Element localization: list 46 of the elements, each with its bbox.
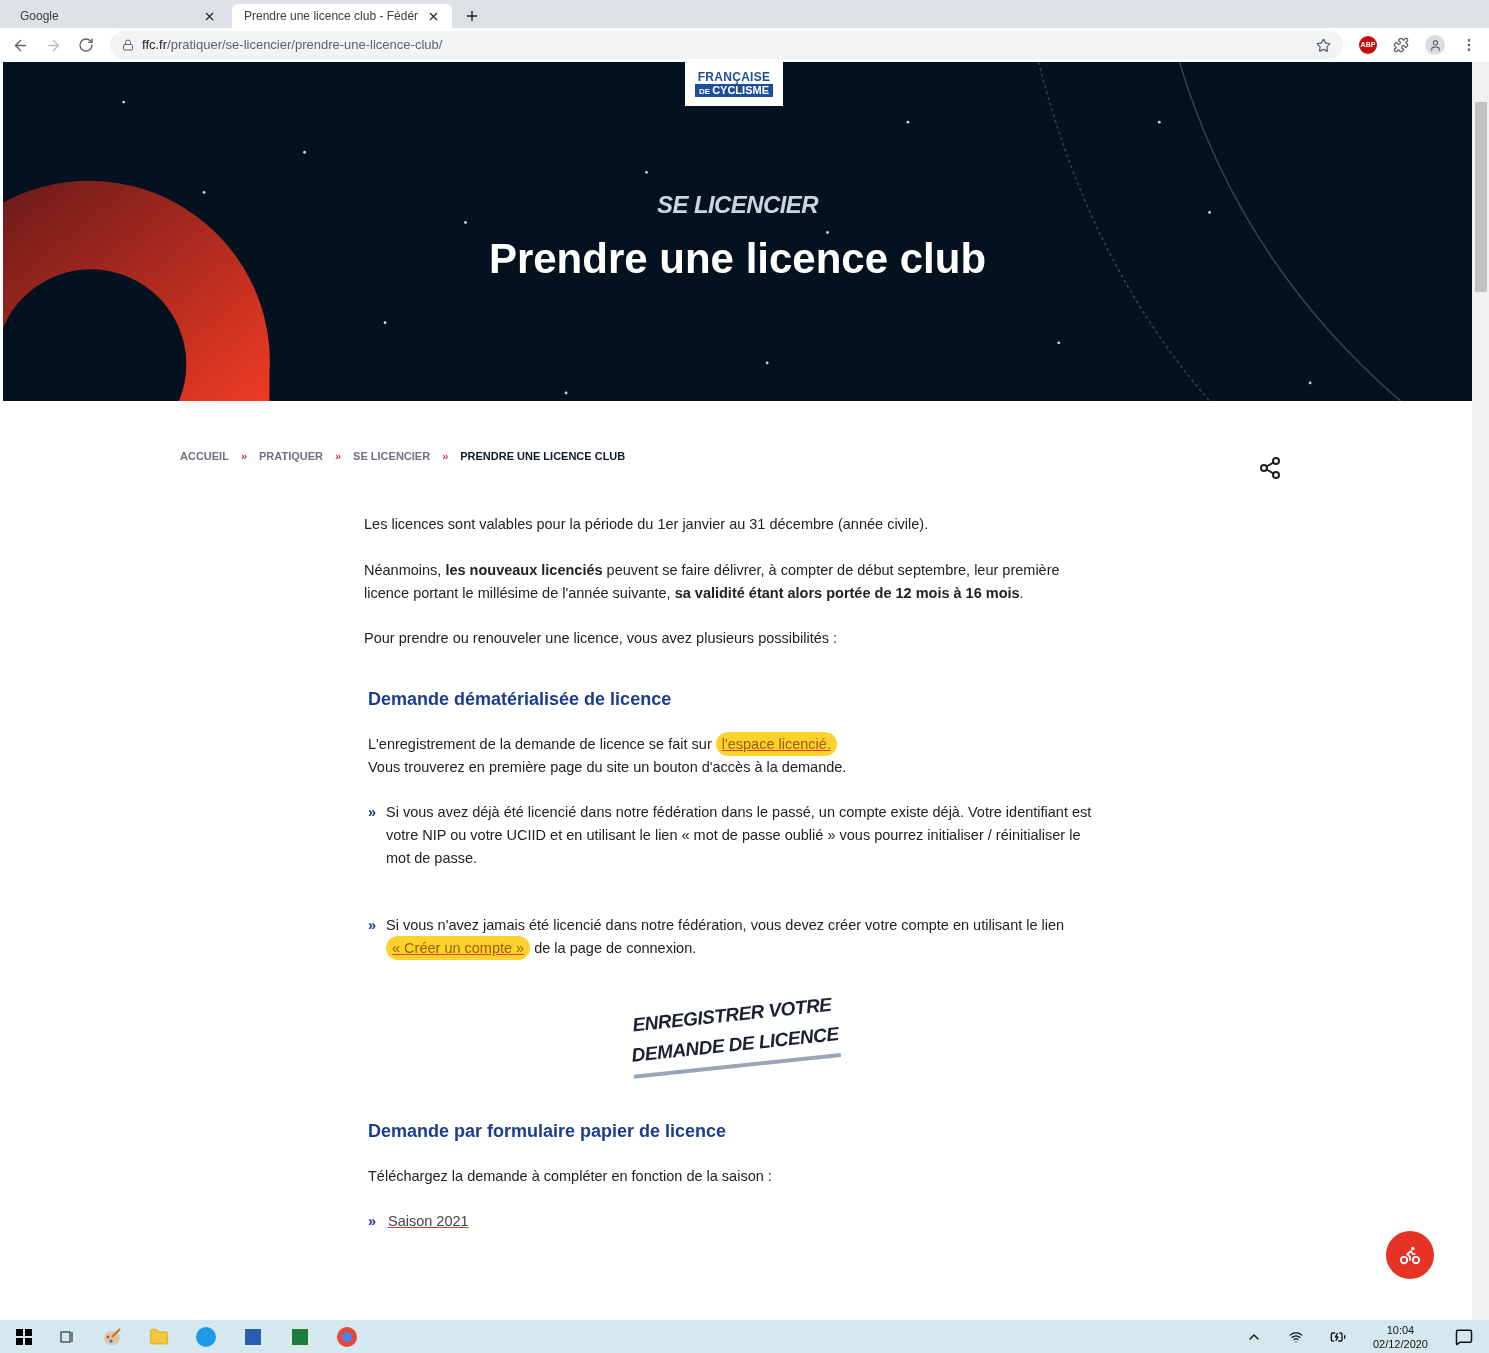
bullet-text: Si vous n'avez jamais été licencié dans notre fédération, vous devez créer votre compte en utilisant le lien « Créer un compte » de la page de connexion. [386,914,1104,960]
create-account-link[interactable]: « Créer un compte » [386,936,531,960]
notifications-icon[interactable] [1455,1327,1473,1346]
profile-avatar[interactable] [1425,35,1445,55]
bullet-text: Si vous avez déjà été licencié dans notre fédération dans le passé, un compte existe déjà. Votre identifiant est votre NIP ou votre UCIID et en utilisant le lien « mot de passe oublié » vous pourrez initialiser / réinitialiser le mot de passe. [386,803,1093,868]
bookmark-star-icon[interactable] [1316,37,1331,53]
paint-palette-icon[interactable] [102,1326,122,1347]
breadcrumb-link[interactable]: SE LICENCIER [353,447,431,465]
address-bar[interactable]: ffc.fr/pratiquer/se-licencier/prendre-une-licence-club/ [110,31,1343,59]
breadcrumb-separator: » [442,448,449,464]
bullet-mark: » [368,803,378,822]
task-view-icon[interactable] [59,1328,75,1345]
intro-paragraph: Néanmoins, les nouveaux licenciés peuvent se faire délivrer, à compter de début septembre, leur première licence portant le millésime de l'année suivante, sa validité étant alors portée de 12 mois à 16 mois. [364,561,1061,603]
breadcrumb-link[interactable]: PRATIQUER [259,447,323,465]
share-icon[interactable] [1258,456,1282,480]
windows-start-icon[interactable] [16,1328,32,1345]
body-paragraph: Vous trouverez en première page du site un bouton d'accès à la demande. [368,758,848,777]
section-heading: Demande dématérialisée de licence [368,688,673,711]
network-icon[interactable] [1288,1329,1303,1344]
breadcrumb-link[interactable]: ACCUEIL [180,447,229,465]
bike-fab-button[interactable] [1386,1231,1434,1279]
section-heading: Demande par formulaire papier de licence [368,1120,728,1143]
bullet-mark: » [368,916,378,935]
browser-tab[interactable]: Prendre une licence club - Fédér [232,4,452,28]
breadcrumb-link[interactable]: PRENDRE UNE LICENCE CLUB [460,447,626,465]
new-tab-icon[interactable] [464,8,480,24]
page-title: Prendre une licence club [488,234,987,284]
intro-paragraph: Les licences sont valables pour la période du 1er janvier au 31 décembre (année civile). [364,515,930,534]
scrollbar[interactable] [1472,62,1489,1320]
bullet-mark: » [368,1212,378,1231]
bicycle-icon [1399,1244,1421,1266]
extensions-icon[interactable] [1393,37,1409,53]
register-request-button[interactable]: ENREGISTRER VOTRE DEMANDE DE LICENCE [627,989,841,1079]
body-paragraph: L'enregistrement de la demande de licence se fait sur l'espace licencié. [368,733,1104,756]
site-logo[interactable]: FRANÇAISE DE CYCLISME [685,62,783,106]
breadcrumb-separator: » [240,448,247,464]
season-link[interactable]: Saison 2021 [388,1210,469,1233]
intro-paragraph: Pour prendre ou renouveler une licence, vous avez plusieurs possibilités : [364,629,839,648]
lock-icon [122,39,134,51]
clock-date[interactable]: 02/12/2020 [1372,1336,1428,1351]
hero-kicker: SE LICENCIER [657,190,818,220]
reload-icon[interactable] [78,37,94,53]
body-paragraph: Téléchargez la demande à compléter en fonction de la saison : [368,1167,773,1186]
breadcrumb-separator: » [335,448,342,464]
espace-licencie-link[interactable]: l'espace licencié. [715,732,837,756]
clock-time[interactable]: 10:04 [1386,1322,1415,1337]
